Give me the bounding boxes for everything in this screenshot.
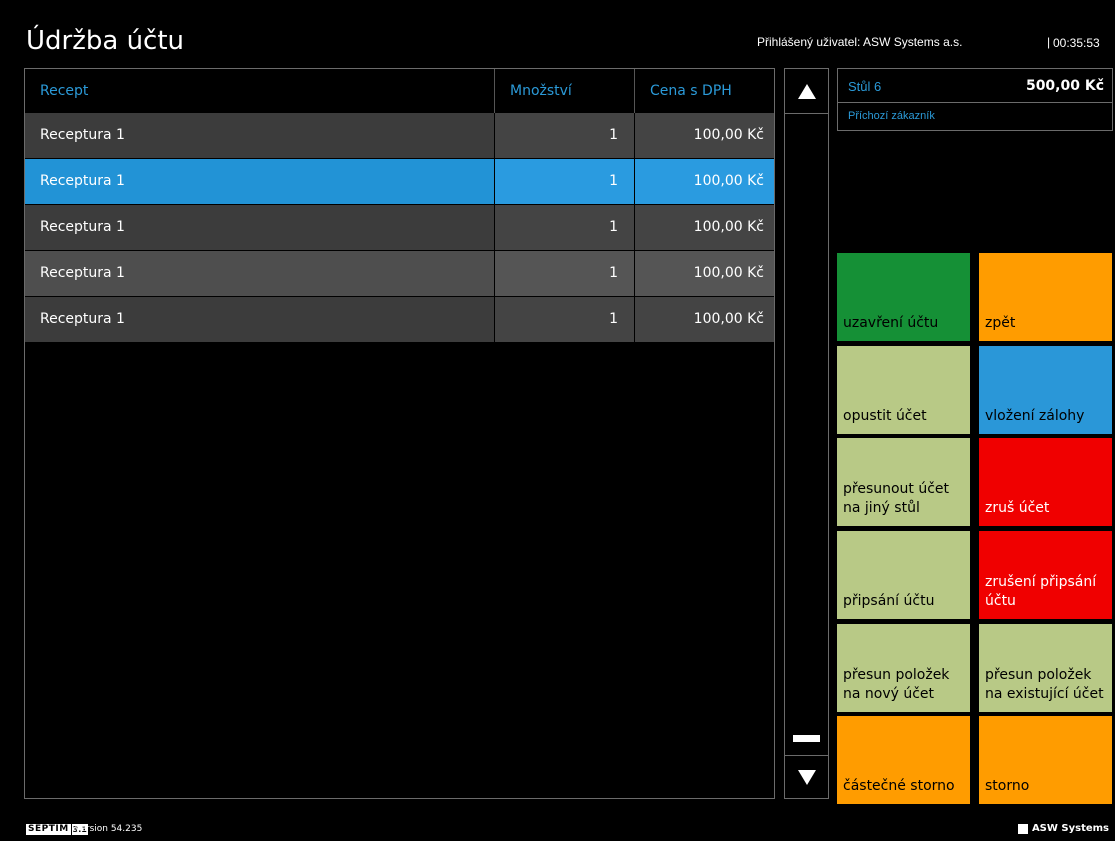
deposit-button[interactable]: vložení zálohy (979, 346, 1112, 434)
row-price: 100,00 Kč (635, 113, 774, 158)
scroll-track[interactable] (785, 113, 828, 756)
row-price: 100,00 Kč (635, 159, 774, 204)
row-quantity: 1 (495, 113, 635, 158)
table-info-panel: Stůl 6 500,00 Kč Příchozí zákazník (837, 68, 1113, 131)
row-price: 100,00 Kč (635, 251, 774, 296)
row-recipe: Receptura 1 (25, 159, 495, 204)
table-body: Receptura 1 1 100,00 Kč Receptura 1 1 10… (25, 113, 774, 343)
asw-logo-icon (1017, 823, 1028, 834)
row-recipe: Receptura 1 (25, 297, 495, 342)
divider (838, 102, 1112, 103)
post-account-button[interactable]: připsání účtu (837, 531, 970, 619)
row-price: 100,00 Kč (635, 205, 774, 250)
scroll-thumb[interactable] (793, 735, 820, 742)
close-account-button[interactable]: uzavření účtu (837, 253, 970, 341)
table-row[interactable]: Receptura 1 1 100,00 Kč (25, 205, 774, 251)
row-recipe: Receptura 1 (25, 113, 495, 158)
table-header: Recept Množství Cena s DPH (25, 69, 774, 114)
row-price: 100,00 Kč (635, 297, 774, 342)
storno-button[interactable]: storno (979, 716, 1112, 804)
company-logo: ASW Systems (1017, 823, 1109, 834)
items-table: Recept Množství Cena s DPH Receptura 1 1… (24, 68, 775, 799)
table-name: Stůl 6 (848, 79, 882, 94)
table-row[interactable]: Receptura 1 1 100,00 Kč (25, 297, 774, 343)
partial-storno-button[interactable]: částečné storno (837, 716, 970, 804)
back-button[interactable]: zpět (979, 253, 1112, 341)
row-recipe: Receptura 1 (25, 251, 495, 296)
move-items-existing-button[interactable]: přesun položek na existující účet (979, 624, 1112, 712)
logo-word: SEPTIM (26, 824, 71, 835)
customer-name: Příchozí zákazník (848, 110, 935, 122)
row-quantity: 1 (495, 159, 635, 204)
clock-separator: | (1047, 35, 1051, 49)
table-row[interactable]: Receptura 1 1 100,00 Kč (25, 113, 774, 159)
triangle-down-icon (797, 769, 816, 785)
table-scrollbar[interactable] (784, 68, 829, 799)
version-label: version 54.235 (75, 824, 143, 834)
scroll-up-button[interactable] (785, 69, 828, 114)
company-name: ASW Systems (1031, 823, 1109, 834)
row-quantity: 1 (495, 205, 635, 250)
move-items-new-button[interactable]: přesun položek na nový účet (837, 624, 970, 712)
table-row[interactable]: Receptura 1 1 100,00 Kč (25, 251, 774, 297)
column-header-quantity: Množství (495, 69, 635, 113)
page-title: Údržba účtu (26, 26, 185, 56)
column-header-recipe: Recept (25, 69, 495, 113)
logged-user-label: Přihlášený uživatel: ASW Systems a.s. (757, 35, 963, 49)
cancel-post-button[interactable]: zrušení připsání účtu (979, 531, 1112, 619)
move-account-button[interactable]: přesunout účet na jiný stůl (837, 438, 970, 526)
column-header-price: Cena s DPH (650, 83, 732, 99)
row-quantity: 1 (495, 297, 635, 342)
triangle-up-icon (797, 83, 816, 99)
row-recipe: Receptura 1 (25, 205, 495, 250)
cancel-account-button[interactable]: zruš účet (979, 438, 1112, 526)
leave-account-button[interactable]: opustit účet (837, 346, 970, 434)
account-total: 500,00 Kč (1025, 78, 1104, 94)
scroll-down-button[interactable] (785, 756, 828, 798)
row-quantity: 1 (495, 251, 635, 296)
clock: 00:35:53 (1053, 36, 1100, 50)
table-row-selected[interactable]: Receptura 1 1 100,00 Kč (25, 159, 774, 205)
